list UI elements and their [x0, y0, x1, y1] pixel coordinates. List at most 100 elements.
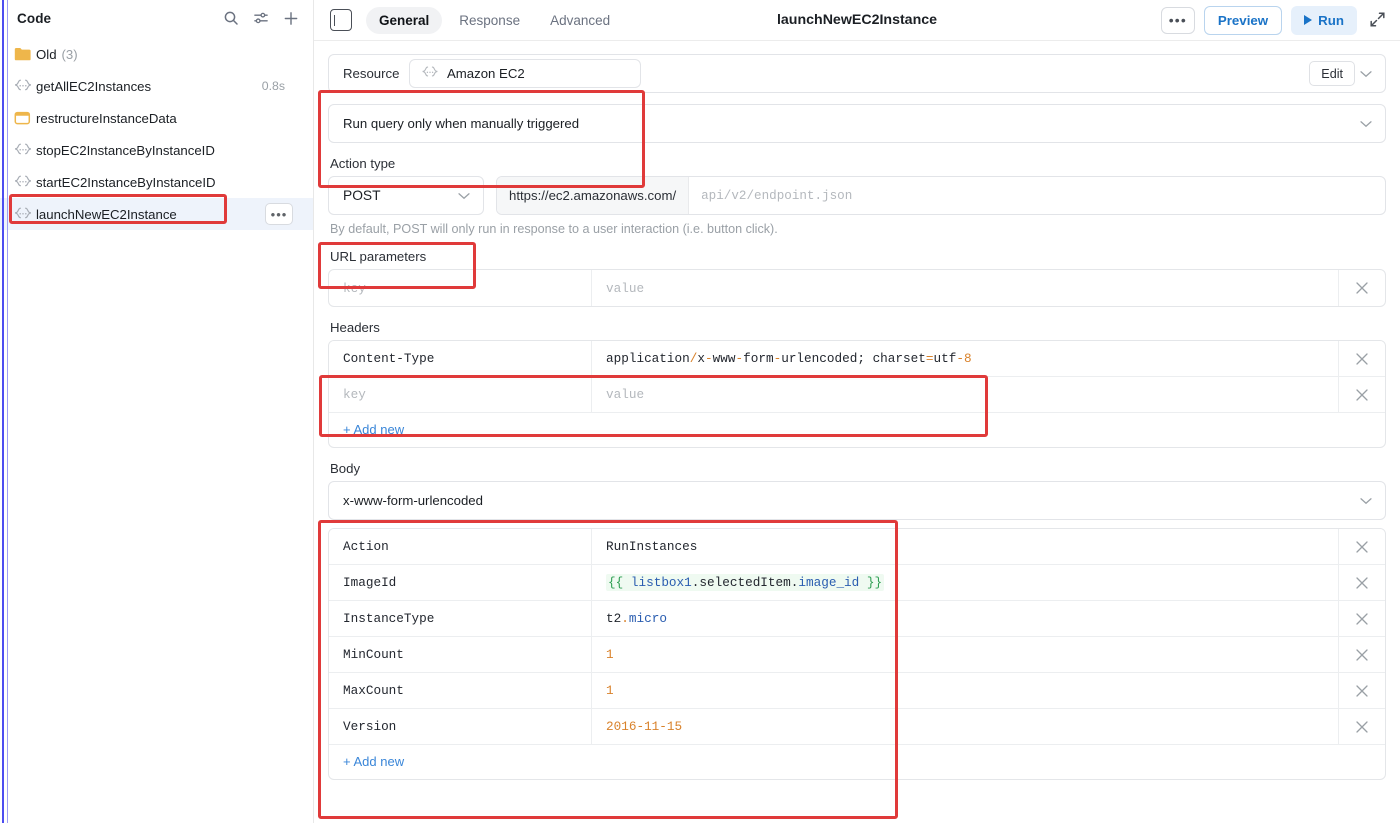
table-row: Version 2016-11-15 — [329, 709, 1385, 745]
more-options-button[interactable]: ••• — [1161, 7, 1195, 34]
header-value-input[interactable]: application/x-www-form-urlencoded; chars… — [592, 341, 1339, 376]
delete-row-icon[interactable] — [1339, 565, 1385, 600]
body-content-type-select[interactable]: x-www-form-urlencoded — [328, 481, 1386, 520]
topbar-actions: ••• Preview Run — [1161, 6, 1388, 35]
chevron-down-icon[interactable] — [453, 192, 475, 200]
sidebar-item-old[interactable]: Old (3) — [0, 38, 313, 70]
sidebar-item-label: launchNewEC2Instance — [36, 207, 177, 222]
url-parameters-label: URL parameters — [330, 249, 1386, 264]
body-key-input[interactable]: ImageId — [329, 565, 592, 600]
tab-general[interactable]: General — [366, 7, 442, 34]
resource-edit-button[interactable]: Edit — [1309, 61, 1355, 86]
run-button[interactable]: Run — [1291, 6, 1357, 35]
filter-icon[interactable] — [253, 10, 269, 26]
trigger-mode-select[interactable]: Run query only when manually triggered — [328, 104, 1386, 143]
body-params-table: Action RunInstances ImageId {{ listbox1.… — [328, 528, 1386, 780]
sidebar-item-restructureinstancedata[interactable]: restructureInstanceData — [0, 102, 313, 134]
table-row: key value — [329, 377, 1385, 413]
body-value-input[interactable]: 2016-11-15 — [592, 709, 1339, 744]
http-method-value: POST — [343, 188, 381, 203]
plus-icon[interactable] — [283, 10, 299, 26]
headers-add-new-button[interactable]: + Add new — [329, 413, 1385, 447]
delete-row-icon[interactable] — [1339, 529, 1385, 564]
body-key-input[interactable]: Action — [329, 529, 592, 564]
body-key-input[interactable]: MaxCount — [329, 673, 592, 708]
table-row: Content-Type application/x-www-form-urle… — [329, 341, 1385, 377]
transformer-icon — [14, 111, 36, 125]
chevron-down-icon[interactable] — [1355, 70, 1377, 78]
url-path-input[interactable]: api/v2/endpoint.json — [689, 177, 1385, 214]
sidebar-item-label: startEC2InstanceByInstanceID — [36, 175, 216, 190]
resource-value-label: Amazon EC2 — [447, 66, 525, 81]
sidebar-item-launchnewec2instance[interactable]: launchNewEC2Instance ••• — [0, 198, 313, 230]
body-value-input[interactable]: 1 — [592, 673, 1339, 708]
delete-row-icon[interactable] — [1339, 377, 1385, 412]
trigger-mode-value: Run query only when manually triggered — [343, 116, 579, 131]
query-icon — [14, 79, 36, 93]
sidebar-item-count: (3) — [62, 47, 78, 62]
sidebar-item-label: Old — [36, 47, 57, 62]
sidebar-item-label: getAllEC2Instances — [36, 79, 151, 94]
sidebar-item-startec2instancebyinstanceid[interactable]: startEC2InstanceByInstanceID — [0, 166, 313, 198]
delete-row-icon[interactable] — [1339, 709, 1385, 744]
body-value-input[interactable]: {{ listbox1.selectedItem.image_id }} — [592, 565, 1339, 600]
query-icon — [421, 66, 439, 82]
table-row: ImageId {{ listbox1.selectedItem.image_i… — [329, 565, 1385, 601]
delete-row-icon[interactable] — [1339, 601, 1385, 636]
sidebar-item-duration: 0.8s — [262, 79, 303, 93]
table-row: Action RunInstances — [329, 529, 1385, 565]
app-root: Code — [0, 0, 1400, 823]
search-icon[interactable] — [223, 10, 239, 26]
delete-row-icon[interactable] — [1339, 270, 1385, 306]
http-method-select[interactable]: POST — [328, 176, 484, 215]
resource-label: Resource — [343, 66, 409, 81]
preview-button[interactable]: Preview — [1204, 6, 1282, 35]
body-key-input[interactable]: Version — [329, 709, 592, 744]
url-field[interactable]: https://ec2.amazonaws.com/ api/v2/endpoi… — [496, 176, 1386, 215]
chevron-down-icon[interactable] — [1355, 120, 1377, 128]
folder-icon — [14, 47, 36, 61]
sidebar-item-getallec2instances[interactable]: getAllEC2Instances 0.8s — [0, 70, 313, 102]
sidebar-item-stopec2instancebyinstanceid[interactable]: stopEC2InstanceByInstanceID — [0, 134, 313, 166]
resource-selector[interactable]: Resource Amazon EC2 — [328, 54, 1386, 93]
header-key-input[interactable]: key — [329, 377, 592, 412]
url-base-prefix: https://ec2.amazonaws.com/ — [497, 177, 689, 214]
header-value-input[interactable]: value — [592, 377, 1339, 412]
code-tree: Old (3) getAllEC2Instances 0.8s — [0, 36, 313, 230]
left-edge-accent — [2, 0, 4, 823]
expand-icon[interactable] — [1368, 10, 1388, 30]
play-icon — [1304, 15, 1312, 25]
body-add-new-button[interactable]: + Add new — [329, 745, 1385, 779]
run-button-label: Run — [1318, 13, 1344, 28]
resource-value-pill[interactable]: Amazon EC2 — [409, 59, 641, 88]
chevron-down-icon[interactable] — [1355, 497, 1377, 505]
body-value-input[interactable]: 1 — [592, 637, 1339, 672]
body-value-input[interactable]: t2.micro — [592, 601, 1339, 636]
body-key-input[interactable]: MinCount — [329, 637, 592, 672]
query-icon — [14, 143, 36, 157]
header-key-input[interactable]: Content-Type — [329, 341, 592, 376]
body-key-input[interactable]: InstanceType — [329, 601, 592, 636]
tab-advanced[interactable]: Advanced — [537, 7, 623, 34]
delete-row-icon[interactable] — [1339, 673, 1385, 708]
tab-response[interactable]: Response — [446, 7, 533, 34]
table-row: MinCount 1 — [329, 637, 1385, 673]
url-param-key-input[interactable]: key — [329, 270, 592, 306]
action-type-hint: By default, POST will only run in respon… — [330, 222, 1386, 236]
panel-toggle-icon[interactable] — [330, 9, 352, 31]
table-row: MaxCount 1 — [329, 673, 1385, 709]
sidebar-row-menu-button[interactable]: ••• — [265, 203, 293, 225]
sidebar-item-label: restructureInstanceData — [36, 111, 177, 126]
url-param-value-input[interactable]: value — [592, 270, 1339, 306]
sidebar: Code — [0, 0, 314, 823]
delete-row-icon[interactable] — [1339, 341, 1385, 376]
topbar: General Response Advanced launchNewEC2In… — [314, 0, 1400, 41]
sidebar-item-label: stopEC2InstanceByInstanceID — [36, 143, 215, 158]
resource-row: Resource Amazon EC2 — [328, 54, 1386, 93]
table-row: InstanceType t2.micro — [329, 601, 1385, 637]
query-form: Resource Amazon EC2 — [314, 41, 1400, 823]
headers-table: Content-Type application/x-www-form-urle… — [328, 340, 1386, 448]
left-edge-accent-secondary — [7, 0, 8, 823]
delete-row-icon[interactable] — [1339, 637, 1385, 672]
body-value-input[interactable]: RunInstances — [592, 529, 1339, 564]
